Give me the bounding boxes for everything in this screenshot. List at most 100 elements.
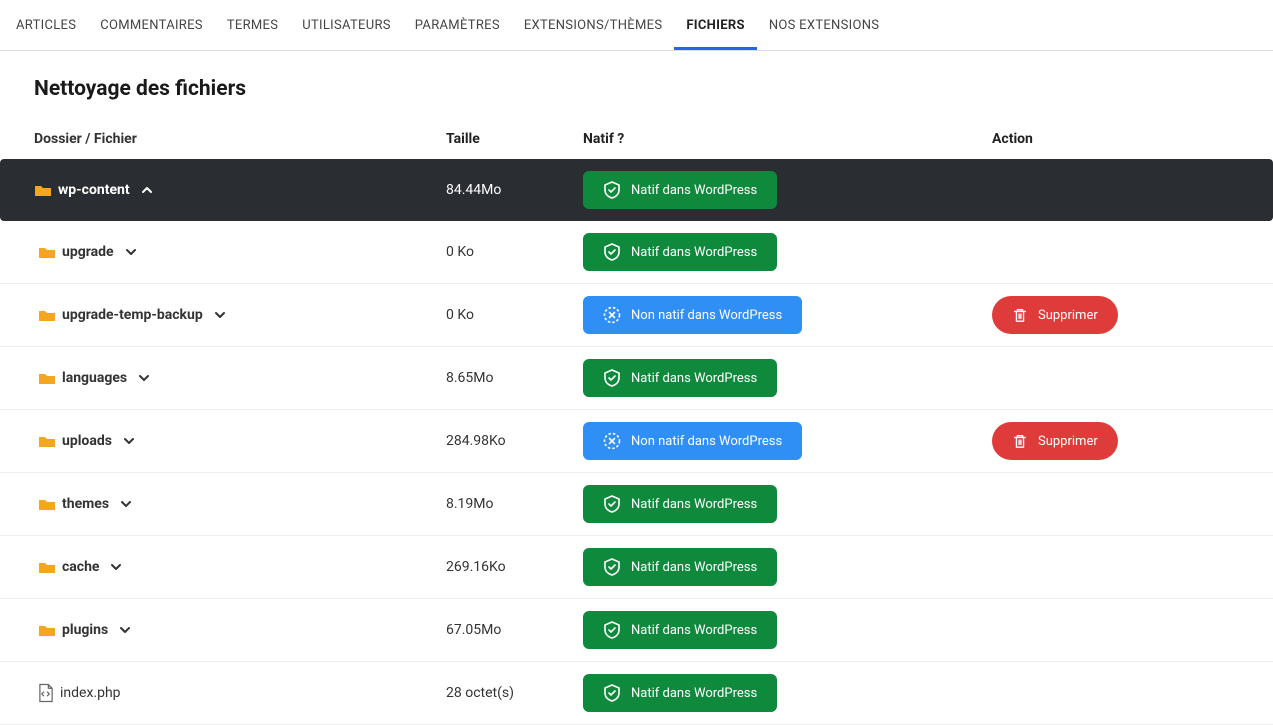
row-name: index.php <box>60 685 121 701</box>
shield-check-icon <box>603 621 621 639</box>
delete-button[interactable]: Supprimer <box>992 422 1118 460</box>
row-name: languages <box>62 370 127 386</box>
badge-label: Non natif dans WordPress <box>631 308 782 323</box>
shield-check-icon <box>603 684 621 702</box>
table-row: uploads 284.98Ko Non natif dans WordPress S… <box>0 410 1273 473</box>
table-row: upgrade-temp-backup 0 Ko Non natif dans Wo… <box>0 284 1273 347</box>
tab-fichiers[interactable]: FICHIERS <box>674 4 756 50</box>
row-size: 84.44Mo <box>446 182 583 198</box>
tab-utilisateurs[interactable]: UTILISATEURS <box>290 4 403 50</box>
tabs-bar: ARTICLESCOMMENTAIRESTERMESUTILISATEURSPA… <box>0 4 1273 51</box>
native-badge: Natif dans WordPress <box>583 485 777 523</box>
folder-row-toggle[interactable]: plugins <box>34 622 446 638</box>
row-native: Non natif dans WordPress <box>583 296 992 334</box>
delete-button[interactable]: Supprimer <box>992 296 1118 334</box>
folder-row-toggle[interactable]: upgrade <box>34 244 446 260</box>
shield-check-icon <box>603 558 621 576</box>
row-native: Natif dans WordPress <box>583 171 992 209</box>
chevron-down-icon <box>213 308 227 322</box>
badge-label: Natif dans WordPress <box>631 497 757 512</box>
row-native: Natif dans WordPress <box>583 485 992 523</box>
shield-check-icon <box>603 243 621 261</box>
badge-label: Natif dans WordPress <box>631 623 757 638</box>
col-header-size: Taille <box>446 131 583 147</box>
table-row: wp-content 84.44Mo Natif dans WordPress <box>0 159 1273 221</box>
chevron-down-icon <box>119 497 133 511</box>
row-name: upgrade <box>62 244 114 260</box>
badge-label: Natif dans WordPress <box>631 686 757 701</box>
shield-check-icon <box>603 495 621 513</box>
badge-label: Natif dans WordPress <box>631 183 757 198</box>
folder-icon <box>38 497 56 511</box>
native-badge: Natif dans WordPress <box>583 674 777 712</box>
native-badge: Natif dans WordPress <box>583 171 777 209</box>
badge-label: Natif dans WordPress <box>631 371 757 386</box>
folder-row-toggle[interactable]: wp-content <box>34 182 446 198</box>
folder-row-toggle[interactable]: cache <box>34 559 446 575</box>
row-native: Natif dans WordPress <box>583 611 992 649</box>
trash-icon <box>1012 306 1028 324</box>
folder-icon <box>38 434 56 448</box>
folder-row-toggle[interactable]: themes <box>34 496 446 512</box>
native-badge: Natif dans WordPress <box>583 359 777 397</box>
col-header-native: Natif ? <box>583 131 992 147</box>
row-name: upgrade-temp-backup <box>62 307 203 323</box>
tab-termes[interactable]: TERMES <box>215 4 290 50</box>
tab-extensions-th-mes[interactable]: EXTENSIONS/THÈMES <box>512 4 675 50</box>
row-size: 67.05Mo <box>446 622 583 638</box>
row-size: 284.98Ko <box>446 433 583 449</box>
circle-x-icon <box>603 306 621 324</box>
circle-x-icon <box>603 432 621 450</box>
badge-label: Natif dans WordPress <box>631 560 757 575</box>
row-name: uploads <box>62 433 112 449</box>
badge-label: Natif dans WordPress <box>631 245 757 260</box>
row-native: Natif dans WordPress <box>583 233 992 271</box>
folder-row-toggle[interactable]: uploads <box>34 433 446 449</box>
tab-commentaires[interactable]: COMMENTAIRES <box>88 4 215 50</box>
folder-icon <box>38 245 56 259</box>
badge-label: Non natif dans WordPress <box>631 434 782 449</box>
folder-icon <box>38 560 56 574</box>
not-native-badge: Non natif dans WordPress <box>583 296 802 334</box>
row-size: 0 Ko <box>446 307 583 323</box>
table-header: Dossier / Fichier Taille Natif ? Action <box>0 121 1273 159</box>
row-name: plugins <box>62 622 108 638</box>
tab-param-tres[interactable]: PARAMÈTRES <box>403 4 512 50</box>
row-action: Supprimer <box>992 296 1267 334</box>
page-title: Nettoyage des fichiers <box>34 77 1267 101</box>
col-header-name: Dossier / Fichier <box>34 131 446 147</box>
chevron-down-icon <box>122 434 136 448</box>
shield-check-icon <box>603 369 621 387</box>
tab-articles[interactable]: ARTICLES <box>4 4 88 50</box>
row-size: 28 octet(s) <box>446 685 583 701</box>
delete-label: Supprimer <box>1038 308 1098 323</box>
table-row: upgrade 0 Ko Natif dans WordPress <box>0 221 1273 284</box>
row-native: Natif dans WordPress <box>583 674 992 712</box>
row-native: Non natif dans WordPress <box>583 422 992 460</box>
tab-nos-extensions[interactable]: NOS EXTENSIONS <box>757 4 892 50</box>
not-native-badge: Non natif dans WordPress <box>583 422 802 460</box>
folder-row-toggle[interactable]: upgrade-temp-backup <box>34 307 446 323</box>
row-size: 8.65Mo <box>446 370 583 386</box>
table-row: plugins 67.05Mo Natif dans WordPress <box>0 599 1273 662</box>
chevron-down-icon <box>118 623 132 637</box>
row-name: cache <box>62 559 99 575</box>
folder-row-toggle: index.php <box>34 683 446 703</box>
chevron-down-icon <box>124 245 138 259</box>
chevron-up-icon <box>140 183 154 197</box>
folder-row-toggle[interactable]: languages <box>34 370 446 386</box>
folder-icon <box>34 183 52 197</box>
native-badge: Natif dans WordPress <box>583 611 777 649</box>
table-row: themes8.19MoNatif dans WordPress <box>0 473 1273 536</box>
chevron-down-icon <box>109 560 123 574</box>
file-code-icon <box>38 683 54 703</box>
folder-icon <box>38 308 56 322</box>
row-size: 269.16Ko <box>446 559 583 575</box>
row-name: wp-content <box>58 182 130 198</box>
native-badge: Natif dans WordPress <box>583 233 777 271</box>
table-row: languages 8.65Mo Natif dans WordPress <box>0 347 1273 410</box>
row-native: Natif dans WordPress <box>583 359 992 397</box>
native-badge: Natif dans WordPress <box>583 548 777 586</box>
folder-icon <box>38 623 56 637</box>
row-size: 0 Ko <box>446 244 583 260</box>
